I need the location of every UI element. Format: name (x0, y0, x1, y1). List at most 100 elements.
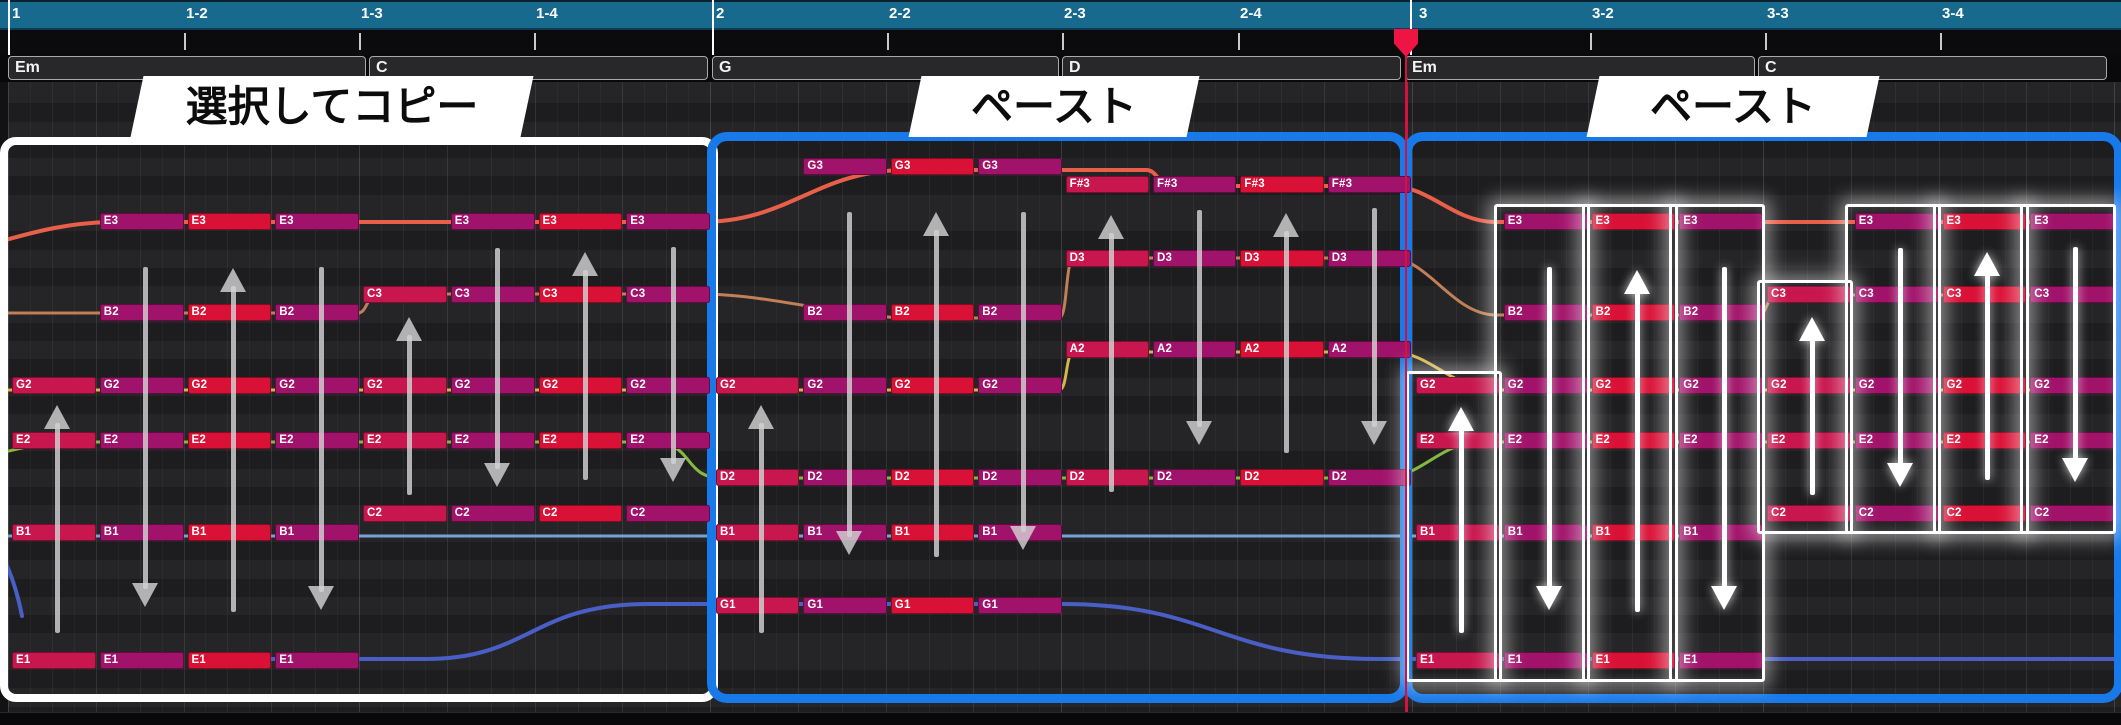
arrow-shaft (1020, 212, 1026, 532)
octave-down-arrow (660, 247, 686, 482)
midi-note-label: C2 (542, 507, 558, 519)
ruler-bar-label: 1-3 (361, 5, 383, 22)
octave-down-arrow (484, 248, 510, 487)
midi-note[interactable]: C2 (626, 505, 710, 522)
octave-up-arrow (44, 405, 70, 633)
arrow-shaft (670, 247, 676, 464)
midi-note[interactable]: F#3 (1327, 176, 1412, 193)
octave-up-arrow (220, 268, 246, 612)
midi-note-label: E1 (279, 654, 294, 666)
midi-note-label: C2 (454, 507, 470, 519)
ruler-bar-label: 3 (1419, 5, 1428, 22)
note-grid[interactable]: E3 E3 E3 E3 E3 E3 C3 C3 C3 C3 B2 B2 B2 G2 G2 G2 G2 G2 G2 G2… (0, 82, 2121, 712)
timeline-tickstrip[interactable] (0, 30, 2121, 55)
octave-down-arrow (1361, 208, 1387, 445)
octave-up-arrow (1624, 270, 1650, 612)
ruler-beat-tick (1062, 33, 1064, 50)
octave-down-arrow (1010, 212, 1036, 550)
arrow-head-icon (748, 405, 774, 429)
midi-note[interactable]: E1 (12, 652, 96, 669)
midi-note-label: E3 (454, 215, 470, 227)
arrow-head-icon (1799, 317, 1825, 341)
arrow-shaft (54, 423, 60, 633)
octave-up-arrow (572, 252, 598, 480)
midi-note-label: G2 (16, 379, 32, 391)
arrow-shaft (1371, 208, 1377, 427)
ruler-beat-tick (1238, 33, 1240, 50)
arrow-shaft (1196, 210, 1202, 427)
ruler-beat-tick (1590, 33, 1592, 50)
midi-note-label: E1 (16, 654, 31, 666)
midi-note[interactable]: F#3 (1065, 176, 1149, 193)
midi-note-label: E3 (279, 215, 294, 227)
arrow-shaft (1108, 233, 1114, 492)
midi-note[interactable]: G3 (978, 158, 1062, 175)
midi-note[interactable]: G3 (803, 158, 887, 175)
midi-note[interactable]: C2 (538, 505, 623, 522)
ruler-beat-tick (184, 33, 186, 50)
octave-down-arrow (1186, 210, 1212, 445)
midi-note[interactable]: E3 (99, 213, 184, 230)
midi-note[interactable]: E1 (187, 652, 272, 669)
arrow-shaft (230, 286, 236, 612)
midi-note-label: C3 (367, 288, 383, 300)
octave-up-arrow (748, 405, 774, 633)
midi-note-label: C2 (630, 507, 646, 519)
midi-note[interactable]: D2 (1153, 469, 1237, 486)
octave-down-arrow (308, 267, 334, 610)
midi-note[interactable]: E3 (450, 213, 535, 230)
midi-note-label: G1 (807, 599, 824, 611)
arrow-shaft (494, 248, 500, 469)
midi-note[interactable]: E1 (99, 652, 184, 669)
midi-note-label: F#3 (1157, 178, 1178, 190)
ruler-beat-tick (1940, 33, 1942, 50)
ruler-bar-label: 3-2 (1592, 5, 1614, 22)
midi-note[interactable]: C2 (450, 505, 535, 522)
arrow-head-icon (308, 586, 334, 610)
ruler-bar-line (712, 0, 714, 55)
midi-note[interactable]: E3 (538, 213, 623, 230)
octave-up-arrow (923, 212, 949, 557)
midi-note[interactable]: E1 (275, 652, 359, 669)
arrow-head-icon (1010, 526, 1036, 550)
midi-note[interactable]: E3 (626, 213, 710, 230)
octave-up-arrow (1098, 215, 1124, 492)
midi-note-label: G1 (982, 599, 998, 611)
octave-down-arrow (132, 267, 158, 607)
midi-note[interactable]: G3 (890, 158, 975, 175)
arrow-shaft (933, 230, 939, 557)
midi-note[interactable]: G1 (978, 597, 1062, 614)
midi-note[interactable]: E3 (275, 213, 359, 230)
arrow-head-icon (220, 268, 246, 292)
midi-note-label: G3 (894, 160, 911, 172)
ruler-beat-tick (534, 33, 536, 50)
midi-note[interactable]: F#3 (1240, 176, 1324, 193)
arrow-head-icon (1098, 215, 1124, 239)
midi-note[interactable]: E3 (187, 213, 272, 230)
paste-region-1[interactable] (707, 132, 1409, 703)
midi-note[interactable]: D2 (1327, 469, 1412, 486)
midi-note[interactable]: C3 (363, 286, 447, 303)
playhead-line (1405, 30, 1407, 712)
octave-down-arrow (1536, 267, 1562, 610)
octave-down-arrow (1711, 267, 1737, 610)
octave-up-arrow (1448, 407, 1474, 633)
arrow-shaft (1458, 425, 1464, 633)
arrow-shaft (142, 267, 148, 589)
octave-down-arrow (1887, 248, 1913, 487)
midi-note-label: D2 (1157, 471, 1173, 483)
midi-note[interactable]: G1 (803, 597, 887, 614)
midi-note[interactable]: G2 (716, 377, 800, 394)
ruler-bar-label: 2-4 (1240, 5, 1262, 22)
midi-note[interactable]: G1 (890, 597, 975, 614)
arrow-shaft (1984, 270, 1990, 480)
midi-note[interactable]: D2 (1240, 469, 1324, 486)
midi-note-label: F#3 (1331, 178, 1353, 190)
midi-note[interactable]: C2 (363, 505, 447, 522)
arrow-shaft (582, 270, 588, 480)
midi-note[interactable]: G2 (12, 377, 96, 394)
midi-note[interactable]: F#3 (1153, 176, 1237, 193)
arrow-head-icon (1624, 270, 1650, 294)
arrow-head-icon (2062, 458, 2088, 482)
timeline-ruler[interactable]: 1 1-2 1-3 1-4 2 2-2 2-3 2-4 3 3-2 3-3 3-4 (0, 0, 2121, 30)
